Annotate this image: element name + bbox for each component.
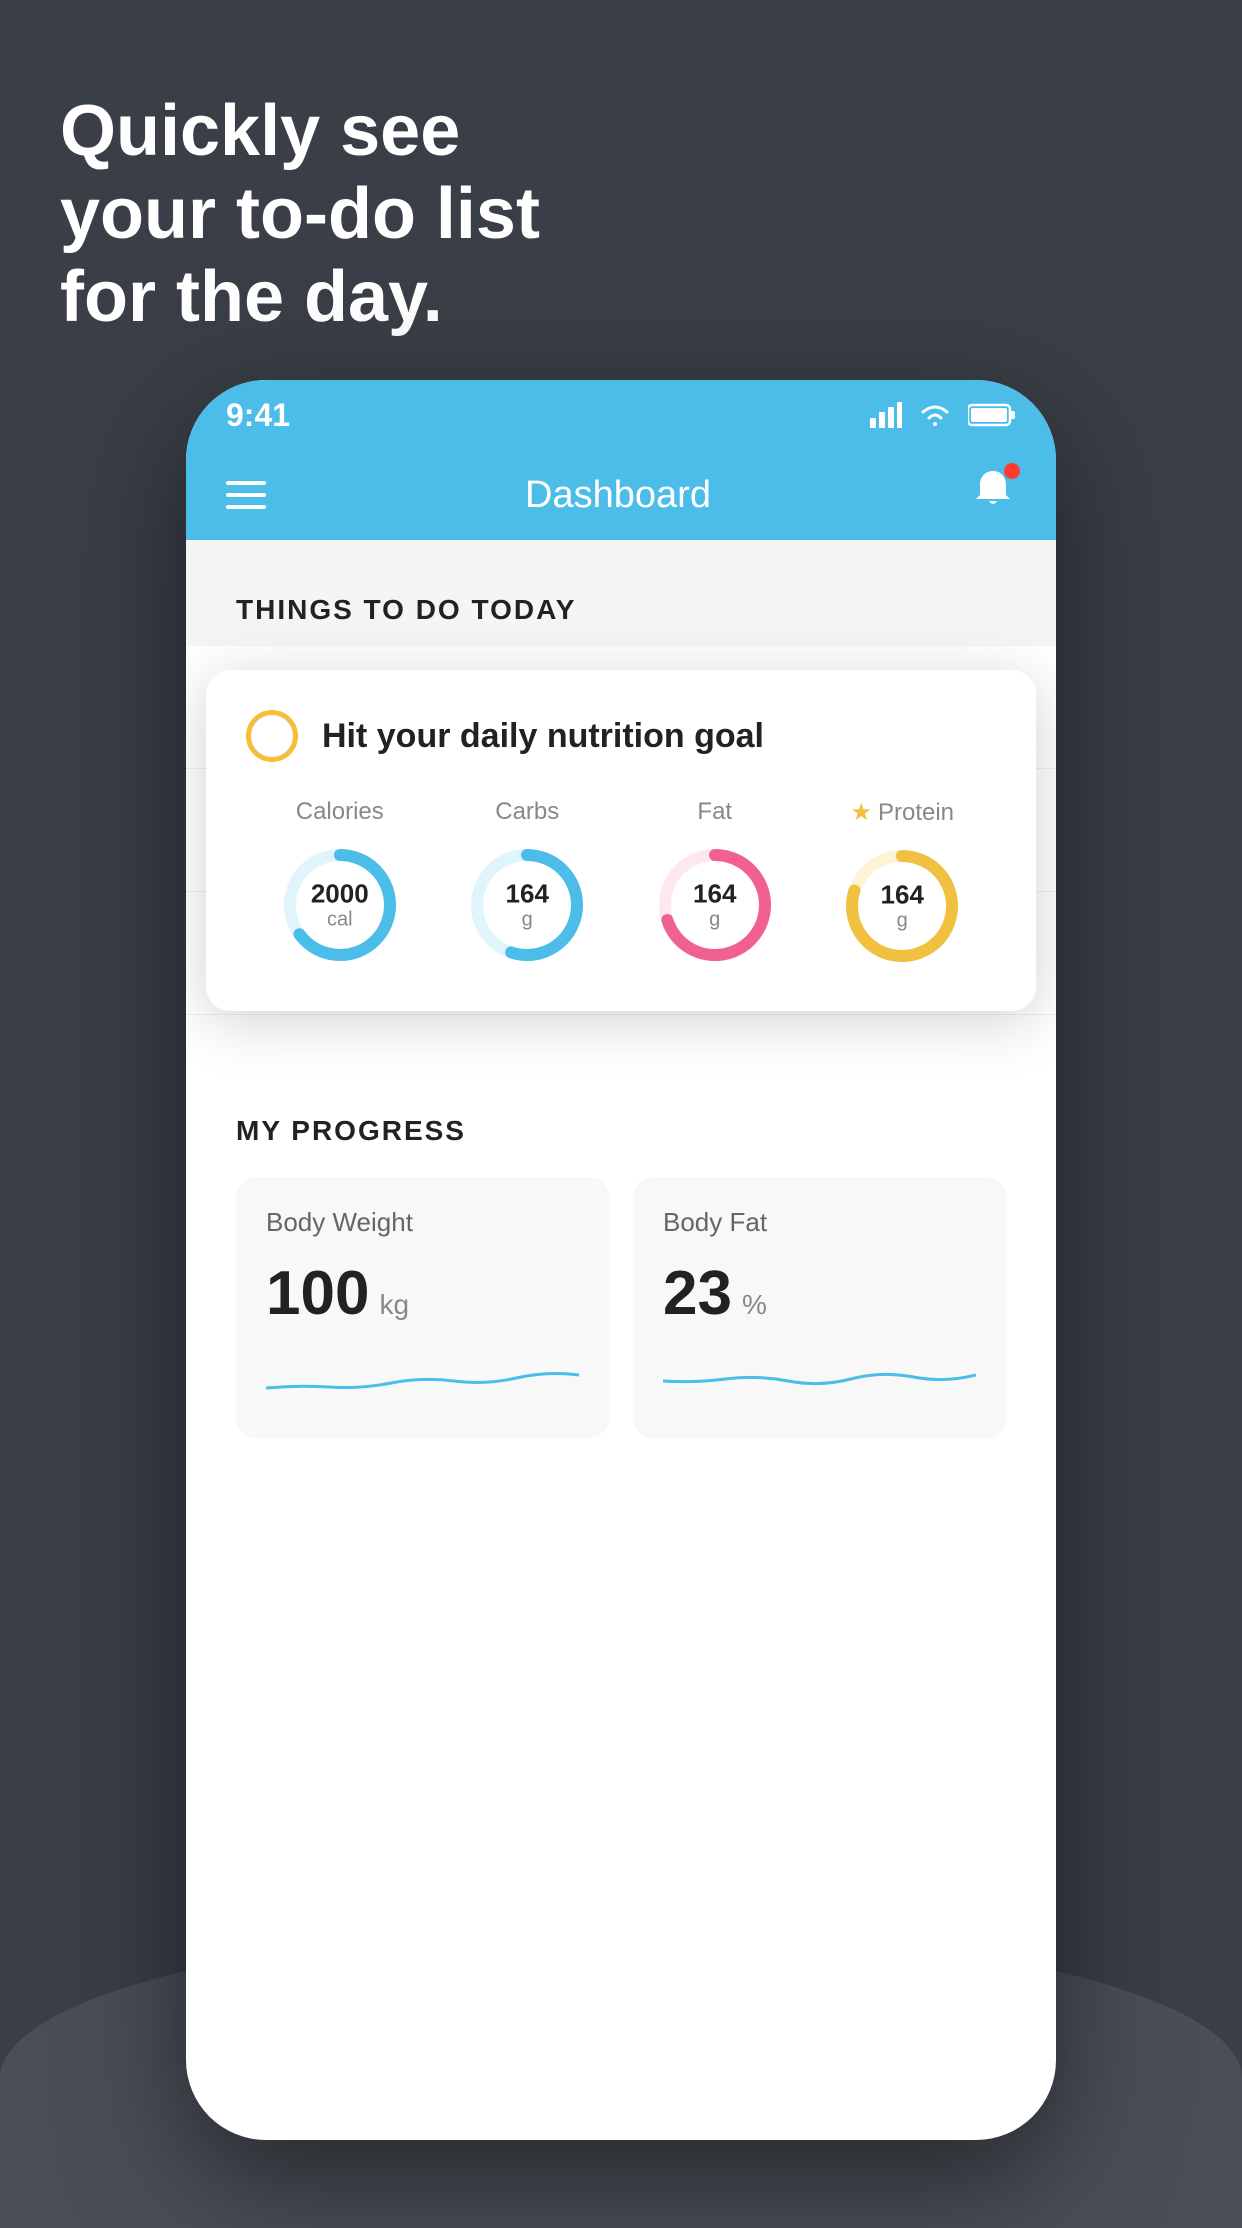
protein-label: Protein <box>878 799 954 827</box>
nutrition-card-title: Hit your daily nutrition goal <box>322 717 764 756</box>
body-fat-value: 23 <box>663 1258 732 1329</box>
carbs-donut: 164 g <box>462 840 592 970</box>
protein-donut: 164 g <box>837 841 967 971</box>
calories-unit: cal <box>327 908 353 930</box>
calories-donut-center: 2000 cal <box>311 880 369 931</box>
nav-title: Dashboard <box>525 474 711 517</box>
battery-icon <box>968 402 1016 428</box>
things-section-header: THINGS TO DO TODAY <box>236 564 1006 646</box>
fat-value: 164 <box>693 880 736 909</box>
body-weight-value: 100 <box>266 1258 369 1329</box>
calories-value: 2000 <box>311 880 369 909</box>
body-weight-unit: kg <box>379 1289 409 1321</box>
nutrition-check-circle[interactable] <box>246 710 298 762</box>
fat-item: Fat 164 g <box>650 798 780 970</box>
menu-icon-line2 <box>226 493 266 497</box>
menu-icon-line3 <box>226 505 266 509</box>
fat-unit: g <box>709 908 720 930</box>
body-weight-chart <box>266 1353 579 1403</box>
body-fat-chart <box>663 1353 976 1403</box>
status-icons <box>870 402 1016 428</box>
calories-item: Calories 2000 cal <box>275 798 405 970</box>
star-icon: ★ <box>850 798 872 827</box>
fat-donut-center: 164 g <box>693 880 736 931</box>
protein-value: 164 <box>881 881 924 910</box>
carbs-value: 164 <box>506 880 549 909</box>
hero-line2: your to-do list <box>60 173 540 256</box>
fat-donut: 164 g <box>650 840 780 970</box>
status-bar: 9:41 <box>186 380 1056 450</box>
carbs-item: Carbs 164 g <box>462 798 592 970</box>
progress-cards: Body Weight 100 kg Body Fat 23 % <box>236 1177 1006 1438</box>
spacer <box>186 1015 1056 1075</box>
phone-container: 9:41 <box>186 380 1056 2140</box>
card-title-row: Hit your daily nutrition goal <box>246 710 996 762</box>
carbs-donut-center: 164 g <box>506 880 549 931</box>
carbs-label: Carbs <box>495 798 559 826</box>
menu-icon-line1 <box>226 481 266 485</box>
body-fat-unit: % <box>742 1289 767 1321</box>
protein-donut-center: 164 g <box>881 881 924 932</box>
menu-button[interactable] <box>226 481 266 509</box>
wifi-icon <box>918 402 952 428</box>
phone-frame: 9:41 <box>186 380 1056 2140</box>
nutrition-circles: Calories 2000 cal Carbs <box>246 798 996 971</box>
progress-header: MY PROGRESS <box>236 1115 1006 1147</box>
body-fat-title: Body Fat <box>663 1207 976 1238</box>
protein-label-row: ★ Protein <box>850 798 954 827</box>
calories-donut: 2000 cal <box>275 840 405 970</box>
body-fat-value-row: 23 % <box>663 1258 976 1329</box>
protein-unit: g <box>897 909 908 931</box>
bell-button[interactable] <box>970 467 1016 523</box>
hero-line3: for the day. <box>60 256 540 339</box>
hero-text: Quickly see your to-do list for the day. <box>60 90 540 338</box>
body-weight-title: Body Weight <box>266 1207 579 1238</box>
body-weight-card[interactable]: Body Weight 100 kg <box>236 1177 609 1438</box>
nutrition-card: Hit your daily nutrition goal Calories 2… <box>206 670 1036 1011</box>
carbs-unit: g <box>522 908 533 930</box>
bell-notification-dot <box>1004 463 1020 479</box>
signal-icon <box>870 402 902 428</box>
progress-section: MY PROGRESS Body Weight 100 kg Body Fat <box>186 1075 1056 1478</box>
status-time: 9:41 <box>226 397 290 434</box>
protein-item: ★ Protein 164 g <box>837 798 967 971</box>
hero-line1: Quickly see <box>60 90 540 173</box>
body-fat-card[interactable]: Body Fat 23 % <box>633 1177 1006 1438</box>
body-weight-value-row: 100 kg <box>266 1258 579 1329</box>
fat-label: Fat <box>697 798 732 826</box>
calories-label: Calories <box>296 798 384 826</box>
nav-bar: Dashboard <box>186 450 1056 540</box>
